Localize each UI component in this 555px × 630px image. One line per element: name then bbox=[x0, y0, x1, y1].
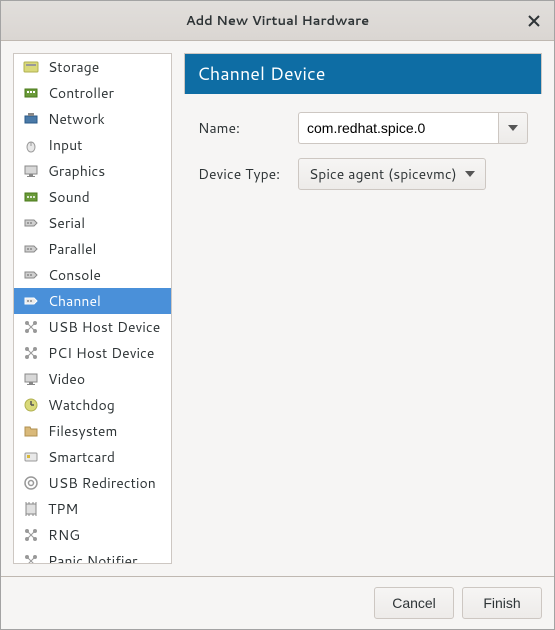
name-row: Name: bbox=[198, 112, 528, 144]
panel-body: Name: Device Type: Spice agent (spicevmc… bbox=[184, 94, 542, 208]
sidebar-item-serial[interactable]: Serial bbox=[14, 210, 171, 236]
device-type-label: Device Type: bbox=[198, 164, 288, 184]
hostdev-icon bbox=[22, 318, 40, 336]
sidebar-item-label: Controller bbox=[48, 83, 114, 103]
watchdog-icon bbox=[22, 396, 40, 414]
sidebar-item-label: TPM bbox=[48, 499, 78, 519]
sidebar-item-label: Parallel bbox=[48, 239, 96, 259]
title-bar: Add New Virtual Hardware bbox=[1, 1, 554, 41]
hostdev-icon bbox=[22, 526, 40, 544]
sidebar-item-channel[interactable]: Channel bbox=[14, 288, 171, 314]
details-panel: Channel Device Name: Device Type: Spice … bbox=[184, 53, 542, 564]
name-input[interactable] bbox=[298, 112, 498, 144]
serial-icon bbox=[22, 266, 40, 284]
sidebar-item-label: Console bbox=[48, 265, 101, 285]
storage-icon bbox=[22, 58, 40, 76]
input-icon bbox=[22, 136, 40, 154]
graphics-icon bbox=[22, 162, 40, 180]
sidebar-item-label: Network bbox=[48, 109, 105, 129]
sidebar-item-sound[interactable]: Sound bbox=[14, 184, 171, 210]
name-label: Name: bbox=[198, 118, 288, 138]
sidebar-item-label: USB Redirection bbox=[48, 473, 156, 493]
name-dropdown-button[interactable] bbox=[498, 112, 528, 144]
dialog-footer: Cancel Finish bbox=[1, 576, 554, 629]
sidebar-item-label: RNG bbox=[48, 525, 80, 545]
chevron-down-icon bbox=[465, 171, 475, 177]
sidebar-item-network[interactable]: Network bbox=[14, 106, 171, 132]
serial-icon bbox=[22, 292, 40, 310]
window-title: Add New Virtual Hardware bbox=[186, 12, 369, 30]
smartcard-icon bbox=[22, 448, 40, 466]
sidebar-item-label: Channel bbox=[48, 291, 101, 311]
sidebar-item-label: USB Host Device bbox=[48, 317, 160, 337]
hardware-type-list: Storage Controller Network Input Graphics Sou… bbox=[13, 53, 172, 564]
sidebar-item-rng[interactable]: RNG bbox=[14, 522, 171, 548]
sidebar-item-tpm[interactable]: TPM bbox=[14, 496, 171, 522]
chevron-down-icon bbox=[508, 125, 518, 131]
content-area: Storage Controller Network Input Graphics Sou… bbox=[1, 41, 554, 576]
sidebar-item-watchdog[interactable]: Watchdog bbox=[14, 392, 171, 418]
hostdev-icon bbox=[22, 344, 40, 362]
sidebar-item-label: Smartcard bbox=[48, 447, 115, 467]
sound-icon bbox=[22, 188, 40, 206]
sidebar-item-label: Storage bbox=[48, 57, 99, 77]
name-combo bbox=[298, 112, 528, 144]
serial-icon bbox=[22, 214, 40, 232]
sidebar-item-label: Filesystem bbox=[48, 421, 117, 441]
sidebar-item-label: Input bbox=[48, 135, 82, 155]
usbredir-icon bbox=[22, 474, 40, 492]
sidebar-item-usb-host-device[interactable]: USB Host Device bbox=[14, 314, 171, 340]
filesystem-icon bbox=[22, 422, 40, 440]
sidebar-item-filesystem[interactable]: Filesystem bbox=[14, 418, 171, 444]
sidebar-item-label: Serial bbox=[48, 213, 85, 233]
sidebar-item-label: Video bbox=[48, 369, 85, 389]
sidebar-item-label: Panic Notifier bbox=[48, 551, 137, 564]
device-type-row: Device Type: Spice agent (spicevmc) bbox=[198, 158, 528, 190]
sidebar-item-controller[interactable]: Controller bbox=[14, 80, 171, 106]
sidebar-item-usb-redirection[interactable]: USB Redirection bbox=[14, 470, 171, 496]
sidebar-item-pci-host-device[interactable]: PCI Host Device bbox=[14, 340, 171, 366]
sidebar-item-parallel[interactable]: Parallel bbox=[14, 236, 171, 262]
finish-button[interactable]: Finish bbox=[462, 587, 542, 619]
sidebar-item-input[interactable]: Input bbox=[14, 132, 171, 158]
close-button[interactable] bbox=[522, 9, 546, 33]
sidebar-item-label: Watchdog bbox=[48, 395, 115, 415]
close-icon bbox=[528, 15, 540, 27]
sidebar-item-label: Sound bbox=[48, 187, 90, 207]
graphics-icon bbox=[22, 370, 40, 388]
hostdev-icon bbox=[22, 552, 40, 564]
sidebar-item-video[interactable]: Video bbox=[14, 366, 171, 392]
network-icon bbox=[22, 110, 40, 128]
cancel-button[interactable]: Cancel bbox=[374, 587, 454, 619]
controller-icon bbox=[22, 84, 40, 102]
panel-title: Channel Device bbox=[184, 53, 542, 94]
tpm-icon bbox=[22, 500, 40, 518]
sidebar-item-panic-notifier[interactable]: Panic Notifier bbox=[14, 548, 171, 564]
sidebar-item-label: PCI Host Device bbox=[48, 343, 154, 363]
device-type-value: Spice agent (spicevmc) bbox=[309, 164, 457, 184]
sidebar-item-storage[interactable]: Storage bbox=[14, 54, 171, 80]
serial-icon bbox=[22, 240, 40, 258]
sidebar-item-graphics[interactable]: Graphics bbox=[14, 158, 171, 184]
sidebar-item-console[interactable]: Console bbox=[14, 262, 171, 288]
device-type-select[interactable]: Spice agent (spicevmc) bbox=[298, 158, 486, 190]
sidebar-item-label: Graphics bbox=[48, 161, 105, 181]
sidebar-item-smartcard[interactable]: Smartcard bbox=[14, 444, 171, 470]
